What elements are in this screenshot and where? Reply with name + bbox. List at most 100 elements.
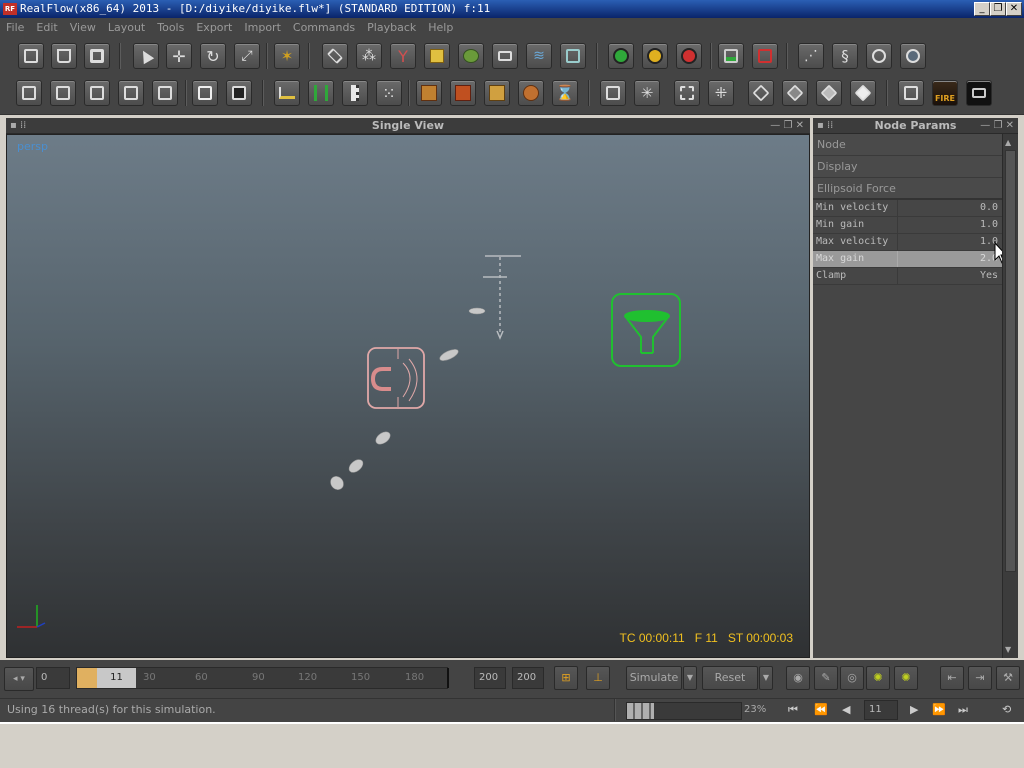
param-row-max-velocity[interactable]: Max velocity 1.0: [813, 234, 1002, 251]
edit-button[interactable]: ✎: [814, 666, 838, 690]
param-row-min-gain[interactable]: Min gain 1.0: [813, 217, 1002, 234]
go-to-start-button[interactable]: ⏮: [788, 699, 798, 721]
target-button[interactable]: [518, 80, 544, 106]
open-file-button[interactable]: [51, 43, 77, 69]
maximize-button[interactable]: ❐: [990, 2, 1006, 16]
rotate-tool-button[interactable]: ↻: [200, 43, 226, 69]
texture2-button[interactable]: [450, 80, 476, 106]
timeline-slider[interactable]: 11 30 60 90 120 150 180: [76, 667, 449, 689]
add-hybrido-button[interactable]: [560, 43, 586, 69]
cube-solid-button[interactable]: [816, 80, 842, 106]
add-emitter-button[interactable]: [322, 43, 348, 69]
menu-import[interactable]: Import: [238, 18, 287, 38]
grid-button[interactable]: ⁙: [376, 80, 402, 106]
layer-export-button[interactable]: [152, 80, 178, 106]
minimize-button[interactable]: _: [974, 2, 990, 16]
save-button[interactable]: [84, 43, 110, 69]
visibility-button[interactable]: ◎: [840, 666, 864, 690]
scroll-down-icon[interactable]: ▼: [1005, 645, 1011, 654]
simulate-red-button[interactable]: [676, 43, 702, 69]
box-dark-button[interactable]: [226, 80, 252, 106]
layer-add-button[interactable]: [50, 80, 76, 106]
reset-button[interactable]: Reset: [702, 666, 758, 690]
menu-playback[interactable]: Playback: [361, 18, 422, 38]
camera-dark-button[interactable]: [966, 80, 992, 106]
3d-viewport[interactable]: persp TC 00:00:11 F 11 ST 00:00:03: [6, 134, 810, 658]
param-value[interactable]: Yes: [980, 268, 998, 284]
menu-help[interactable]: Help: [422, 18, 459, 38]
realflow-app-icon[interactable]: RF: [3, 3, 17, 15]
close-button[interactable]: ✕: [1006, 2, 1022, 16]
param-value[interactable]: 1.0: [980, 217, 998, 233]
section-display[interactable]: Display: [813, 156, 1002, 178]
simulate-green-button[interactable]: [608, 43, 634, 69]
panel-window-controls[interactable]: — ❐ ✕: [980, 118, 1014, 134]
add-camera-button[interactable]: [492, 43, 518, 69]
param-row-min-velocity[interactable]: Min velocity 0.0: [813, 200, 1002, 217]
start-frame-field[interactable]: 0: [36, 667, 70, 689]
wrench-button[interactable]: ⚒: [996, 666, 1020, 690]
section-ellipsoid-force[interactable]: Ellipsoid Force: [813, 178, 1002, 200]
panel-window-controls[interactable]: — ❐ ✕: [770, 118, 804, 134]
param-row-max-gain[interactable]: Max gain 2.0: [813, 251, 1002, 268]
select-tool-button[interactable]: [133, 43, 159, 69]
menu-tools[interactable]: Tools: [151, 18, 190, 38]
move-tool-button[interactable]: ✛: [166, 43, 192, 69]
frame-input[interactable]: 11: [864, 700, 898, 720]
simulate-options-dropdown[interactable]: ▼: [683, 666, 697, 690]
scroll-thumb[interactable]: [1005, 150, 1016, 572]
play-forward-button[interactable]: ▶: [910, 699, 918, 721]
cube-burst-button[interactable]: ✳: [634, 80, 660, 106]
max-frame-field[interactable]: 200: [512, 667, 544, 689]
panel-pin-icon[interactable]: ▪ ⁞⁞: [10, 118, 26, 134]
settings-button[interactable]: ✺: [866, 666, 890, 690]
prev-key-button[interactable]: ⇤: [940, 666, 964, 690]
step-forward-button[interactable]: ⏩: [932, 699, 946, 721]
layer-link-button[interactable]: [118, 80, 144, 106]
add-daemon-button[interactable]: Y: [390, 43, 416, 69]
reset-options-dropdown[interactable]: ▼: [759, 666, 773, 690]
add-object-button[interactable]: [424, 43, 450, 69]
cube-white-button[interactable]: [850, 80, 876, 106]
python-button[interactable]: §: [832, 43, 858, 69]
section-node[interactable]: Node: [813, 134, 1002, 156]
frame-button[interactable]: [674, 80, 700, 106]
simulate-button[interactable]: Simulate: [626, 666, 682, 690]
layer-button[interactable]: [16, 80, 42, 106]
save-sim-button[interactable]: [718, 43, 744, 69]
box-button[interactable]: [192, 80, 218, 106]
current-frame-box[interactable]: 11: [97, 668, 136, 688]
key-set-button[interactable]: ⊥: [586, 666, 610, 690]
new-file-button[interactable]: [18, 43, 44, 69]
add-particles-button[interactable]: ⁂: [356, 43, 382, 69]
render-button[interactable]: [898, 80, 924, 106]
panel-pin-icon[interactable]: ▪ ⁞⁞: [817, 118, 833, 134]
go-to-end-button[interactable]: ⏭: [958, 699, 968, 721]
save-sim-red-button[interactable]: [752, 43, 778, 69]
menu-file[interactable]: File: [0, 18, 30, 38]
clock-button[interactable]: [866, 43, 892, 69]
node-params-scrollbar[interactable]: ▲ ▼: [1002, 134, 1018, 658]
step-back-button[interactable]: ⏪: [814, 699, 828, 721]
playhead[interactable]: [77, 668, 97, 688]
settings2-button[interactable]: ✺: [894, 666, 918, 690]
fire-button[interactable]: FIRE: [932, 80, 958, 106]
globe-button[interactable]: [900, 43, 926, 69]
texture-button[interactable]: [416, 80, 442, 106]
layer-scale-button[interactable]: [84, 80, 110, 106]
cube-shaded-button[interactable]: [782, 80, 808, 106]
axis-button[interactable]: ✶: [274, 43, 300, 69]
cube-wire-button[interactable]: [748, 80, 774, 106]
add-mesh-button[interactable]: [458, 43, 484, 69]
scale-tool-button[interactable]: ⤢: [234, 43, 260, 69]
param-row-clamp[interactable]: Clamp Yes: [813, 268, 1002, 285]
view-button[interactable]: ◉: [786, 666, 810, 690]
relationship-button[interactable]: [308, 80, 334, 106]
menu-commands[interactable]: Commands: [287, 18, 361, 38]
loop-button[interactable]: ⟲: [1002, 699, 1011, 721]
menu-layout[interactable]: Layout: [102, 18, 151, 38]
scatter-button[interactable]: ⁜: [708, 80, 734, 106]
key-button[interactable]: ⊞: [554, 666, 578, 690]
end-frame-field[interactable]: 200: [474, 667, 506, 689]
scroll-up-icon[interactable]: ▲: [1005, 138, 1011, 147]
